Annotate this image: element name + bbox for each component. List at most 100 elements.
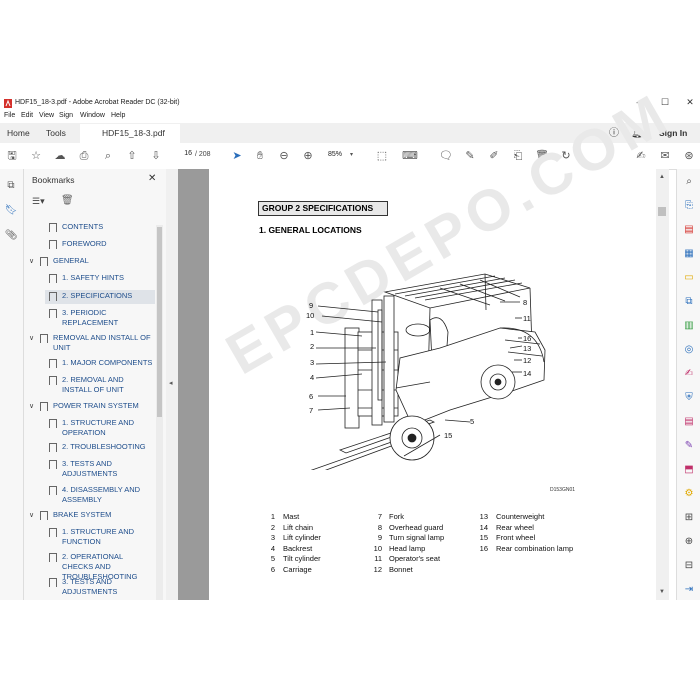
scroll-up-arrow-icon[interactable]: ▲	[659, 174, 665, 180]
close-panel-icon[interactable]: ✕	[148, 173, 156, 184]
tab-document-label: HDF15_18-3.pdf	[102, 128, 165, 138]
upload-cloud-icon[interactable]: ☁	[52, 148, 68, 164]
comment-tool-icon[interactable]: ▭	[682, 272, 696, 286]
zoom-dropdown-chevron-icon[interactable]: ▾	[350, 151, 353, 158]
scroll-down-arrow-icon[interactable]: ▼	[659, 589, 665, 595]
menu-sign[interactable]: Sign	[59, 112, 73, 119]
forklift-diagram	[310, 273, 546, 470]
protect-shield-icon[interactable]: ⛨	[682, 392, 696, 406]
expand-panel-icon[interactable]: ⇥	[682, 584, 696, 598]
legend-text: Fork	[389, 512, 404, 521]
bookmark-expand-chevron-icon[interactable]: ∨	[29, 402, 34, 410]
combine-files-icon[interactable]: ⧉	[682, 296, 696, 310]
legend-text: Carriage	[283, 565, 312, 574]
edit-pdf-icon[interactable]: ▦	[682, 248, 696, 262]
share-user-icon[interactable]: ⊛	[681, 148, 697, 164]
keyboard-icon[interactable]: ⌨	[402, 148, 418, 164]
tab-home[interactable]: Home	[7, 124, 30, 143]
bookmark-item[interactable]: POWER TRAIN SYSTEM	[53, 401, 153, 411]
document-scrollbar[interactable]	[656, 169, 669, 600]
export-pdf-icon[interactable]: ⎘	[682, 200, 696, 214]
bookmark-item[interactable]: CONTENTS	[62, 222, 155, 232]
rich-media-icon[interactable]: ⊟	[682, 560, 696, 574]
delete-bookmark-icon[interactable]: 🗑︎	[61, 195, 74, 206]
menu-help[interactable]: Help	[111, 112, 125, 119]
legend-number: 14	[479, 522, 488, 532]
send-for-signature-icon[interactable]: ✎	[682, 440, 696, 454]
window-title: HDF15_18-3.pdf - Adobe Acrobat Reader DC…	[15, 99, 180, 106]
page-number-input[interactable]: 16	[172, 150, 192, 162]
bookmark-item[interactable]: FOREWORD	[62, 239, 155, 249]
bookmark-item[interactable]: 1. STRUCTURE AND FUNCTION	[62, 527, 155, 547]
bookmark-item[interactable]: 1. STRUCTURE AND OPERATION	[62, 418, 155, 438]
print-production-icon[interactable]: ⊕	[682, 536, 696, 550]
save-icon[interactable]: 🖫	[4, 148, 20, 164]
legend-number: 9	[377, 533, 382, 543]
more-tools-icon[interactable]: ⚙	[682, 488, 696, 502]
fill-sign-icon[interactable]: ✍︎	[682, 368, 696, 382]
print-icon[interactable]: ⎙	[76, 148, 92, 164]
bookmark-item[interactable]: 3. PERIODIC REPLACEMENT	[62, 308, 155, 328]
previous-page-icon[interactable]: ⇧	[124, 148, 140, 164]
page-fit-icon[interactable]: ⬚	[374, 148, 390, 164]
bookmark-item[interactable]: 4. DISASSEMBLY AND ASSEMBLY	[62, 485, 155, 505]
bookmark-item[interactable]: GENERAL	[53, 256, 153, 266]
bookmark-item[interactable]: 2. TROUBLESHOOTING	[62, 442, 155, 452]
legend-text: Bonnet	[389, 565, 413, 574]
menu-view[interactable]: View	[39, 112, 54, 119]
bookmark-options-icon[interactable]: ☰▾	[32, 196, 45, 207]
figure-code: D153GN01	[550, 487, 576, 493]
legend-number: 1	[270, 512, 275, 521]
create-pdf-icon[interactable]: ▤	[682, 224, 696, 238]
bookmark-item[interactable]: REMOVAL AND INSTALL OF UNIT	[53, 333, 153, 353]
close-window-button[interactable]: ✕	[683, 97, 697, 109]
bookmark-icon	[49, 376, 57, 385]
legend-text: Counterweight	[496, 512, 545, 521]
bookmark-expand-chevron-icon[interactable]: ∨	[29, 257, 34, 265]
menu-window[interactable]: Window	[80, 112, 105, 119]
find-icon[interactable]: ⌕	[100, 148, 116, 164]
bookmark-item[interactable]: 1. SAFETY HINTS	[62, 273, 155, 283]
tab-document[interactable]: HDF15_18-3.pdf	[80, 124, 180, 143]
bookmark-expand-chevron-icon[interactable]: ∨	[29, 511, 34, 519]
bookmark-item[interactable]: 2. REMOVAL AND INSTALL OF UNIT	[62, 375, 155, 395]
bookmark-icon	[49, 460, 57, 469]
select-cursor-icon[interactable]: ➤	[229, 148, 245, 164]
bookmark-item[interactable]: 3. TESTS AND ADJUSTMENTS	[62, 459, 155, 479]
next-page-icon[interactable]: ⇩	[148, 148, 164, 164]
scan-ocr-icon[interactable]: ◎	[682, 344, 696, 358]
menu-edit[interactable]: Edit	[21, 112, 33, 119]
bookmark-item[interactable]: BRAKE SYSTEM	[53, 510, 153, 520]
bookmark-expand-chevron-icon[interactable]: ∨	[29, 334, 34, 342]
request-signature-icon[interactable]: ⬒	[682, 464, 696, 478]
organize-pages-icon[interactable]: ▥	[682, 320, 696, 334]
accessibility-icon[interactable]: ⊞	[682, 512, 696, 526]
document-scrollbar-thumb[interactable]	[658, 207, 666, 216]
legend-number: 15	[479, 533, 488, 543]
zoom-in-icon[interactable]: ⊕	[300, 148, 316, 164]
search-icon[interactable]: ⌕	[682, 176, 696, 190]
panel-collapse-strip[interactable]: ◂	[166, 169, 178, 600]
highlight-pen-icon[interactable]: ✎	[462, 148, 478, 164]
comment-icon[interactable]: 🗨︎	[438, 148, 454, 164]
attachments-paperclip-icon[interactable]: 📎︎	[4, 230, 18, 244]
bookmark-item[interactable]: 2. SPECIFICATIONS	[62, 291, 155, 301]
tab-tools[interactable]: Tools	[46, 124, 66, 143]
draw-icon[interactable]: ✐	[486, 148, 502, 164]
hand-tool-icon[interactable]: ✋︎	[252, 148, 268, 164]
zoom-out-icon[interactable]: ⊖	[276, 148, 292, 164]
bookmarks-icon[interactable]: 🔖︎	[4, 205, 18, 219]
collapse-left-arrow-icon[interactable]: ◂	[169, 379, 173, 387]
menu-file[interactable]: File	[4, 112, 15, 119]
zoom-level-select[interactable]: 85%	[328, 151, 342, 158]
bookmark-item[interactable]: 3. TESTS AND ADJUSTMENTS	[62, 577, 155, 597]
bookmark-star-icon[interactable]: ☆	[28, 148, 44, 164]
bookmark-icon	[49, 292, 57, 301]
page-thumbnails-icon[interactable]: ⧉	[4, 180, 18, 194]
redact-icon[interactable]: ▤	[682, 416, 696, 430]
bookmarks-scrollbar-thumb[interactable]	[157, 227, 162, 417]
callout-12: 12	[523, 356, 532, 365]
bookmarks-header: Bookmarks	[32, 175, 75, 185]
bookmark-item[interactable]: 1. MAJOR COMPONENTS	[62, 358, 155, 368]
bookmark-icon	[40, 257, 48, 266]
